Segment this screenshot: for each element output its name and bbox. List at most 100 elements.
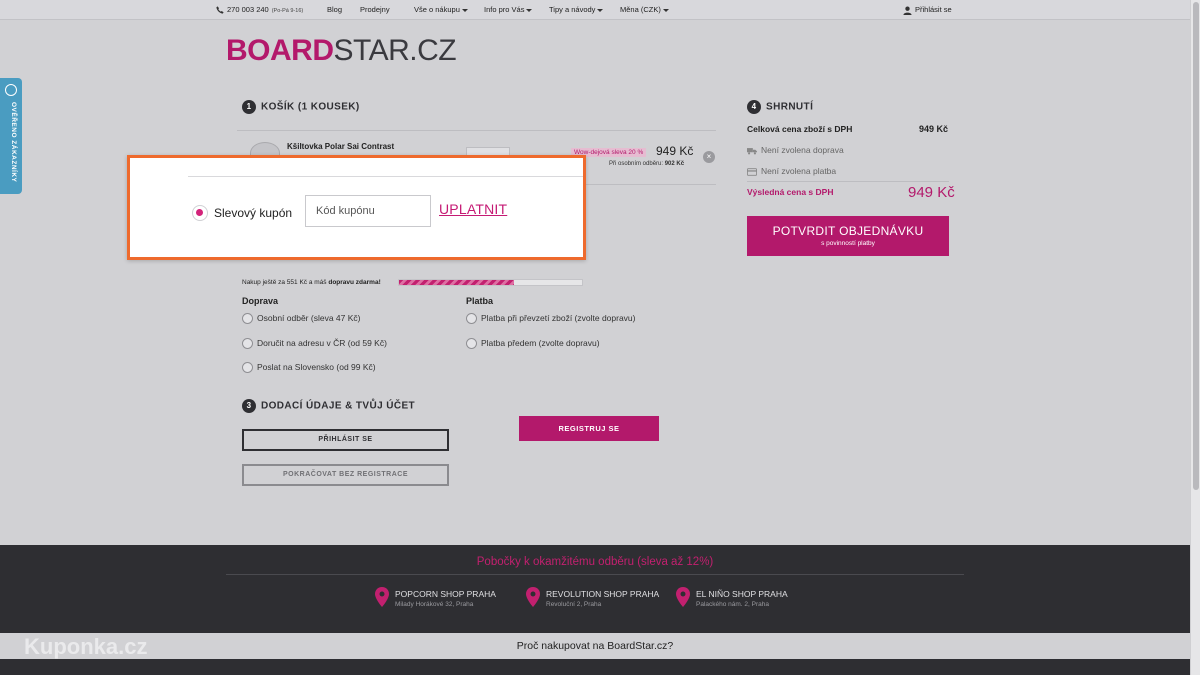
store-address: Milady Horákové 32, Praha bbox=[395, 601, 474, 608]
chevron-down-icon bbox=[526, 8, 533, 12]
store-address: Revoluční 2, Praha bbox=[546, 601, 602, 608]
store-name: POPCORN SHOP PRAHA bbox=[395, 589, 496, 599]
payment-option-prepay[interactable]: Platba předem (zvolte dopravu) bbox=[466, 338, 600, 350]
register-button[interactable]: REGISTRUJ SE bbox=[519, 416, 659, 441]
bottom-strip bbox=[0, 659, 1190, 675]
store-name: EL NIÑO SHOP PRAHA bbox=[696, 589, 788, 599]
shipping-heading: Doprava bbox=[242, 296, 279, 306]
phone-icon bbox=[216, 6, 224, 14]
goods-total-label: Celková cena zboží s DPH bbox=[747, 124, 853, 134]
shipping-option-label: Doručit na adresu v ČR (od 59 Kč) bbox=[257, 338, 387, 348]
product-name[interactable]: Kšiltovka Polar Sai Contrast bbox=[287, 142, 394, 151]
radio-button[interactable] bbox=[242, 362, 253, 374]
shipping-option-label: Osobní odběr (sleva 47 Kč) bbox=[257, 313, 361, 323]
stores-title: Pobočky k okamžitému odběru (sleva až 12… bbox=[476, 556, 714, 568]
payment-heading: Platba bbox=[466, 296, 494, 306]
shipping-status-text: Není zvolena doprava bbox=[761, 145, 844, 155]
logo-part-star: STAR.CZ bbox=[333, 34, 457, 67]
shipping-status: Není zvolena doprava bbox=[747, 145, 844, 155]
chevron-down-icon bbox=[597, 8, 604, 12]
remove-item-button[interactable]: × bbox=[703, 151, 715, 163]
coupon-radio[interactable] bbox=[192, 205, 208, 221]
divider bbox=[747, 181, 949, 182]
step-number: 1 bbox=[242, 100, 256, 114]
chevron-down-icon bbox=[461, 8, 468, 12]
goods-total-value: 949 Kč bbox=[919, 124, 949, 134]
payment-option-on-delivery[interactable]: Platba při převzetí zboží (zvolte doprav… bbox=[466, 313, 636, 325]
radio-button[interactable] bbox=[242, 338, 253, 350]
shipping-option-cz-address[interactable]: Doručit na adresu v ČR (od 59 Kč) bbox=[242, 338, 387, 350]
coupon-code-input[interactable] bbox=[305, 195, 431, 227]
map-pin-icon bbox=[676, 587, 690, 607]
nav-tips[interactable]: Tipy a návody bbox=[549, 5, 604, 14]
logo-part-board: BOARD bbox=[226, 34, 334, 67]
login-link[interactable]: Přihlásit se bbox=[903, 5, 952, 15]
truck-icon bbox=[747, 147, 757, 155]
scrollbar[interactable] bbox=[1190, 0, 1200, 675]
final-price-value: 949 Kč bbox=[908, 184, 955, 201]
shipping-option-pickup[interactable]: Osobní odběr (sleva 47 Kč) bbox=[242, 313, 361, 325]
step-number: 4 bbox=[747, 100, 761, 114]
chevron-down-icon bbox=[662, 8, 669, 12]
verified-by-customers-tab[interactable]: OVĚŘENO ZÁKAZNÍKY bbox=[0, 78, 22, 194]
account-title: DODACÍ ÚDAJE & TVŮJ ÚČET bbox=[261, 400, 416, 412]
radio-button[interactable] bbox=[466, 338, 477, 350]
store-name: REVOLUTION SHOP PRAHA bbox=[546, 589, 660, 599]
payment-status-text: Není zvolena platba bbox=[761, 166, 837, 176]
radio-button[interactable] bbox=[242, 313, 253, 325]
radio-button[interactable] bbox=[466, 313, 477, 325]
top-bar: 270 003 240 (Po-Pá 9-16) Blog Prodejny Vš… bbox=[0, 0, 1190, 20]
free-shipping-text: Nakup ještě za 551 Kč a máš bbox=[242, 279, 329, 286]
divider bbox=[237, 130, 716, 131]
summary-heading: 4 SHRNUTÍ bbox=[747, 100, 813, 114]
payment-status: Není zvolena platba bbox=[747, 166, 836, 176]
map-pin-icon bbox=[375, 587, 389, 607]
phone-contact[interactable]: 270 003 240 (Po-Pá 9-16) bbox=[216, 5, 303, 14]
payment-option-label: Platba předem (zvolte dopravu) bbox=[481, 338, 600, 348]
summary-title: SHRNUTÍ bbox=[766, 101, 814, 113]
login-label: Přihlásit se bbox=[915, 5, 952, 14]
cart-title: KOŠÍK (1 KOUSEK) bbox=[261, 101, 360, 113]
nav-currency-label: Měna (CZK) bbox=[620, 5, 661, 14]
free-shipping-note: Nakup ještě za 551 Kč a máš dopravu zdar… bbox=[242, 279, 381, 286]
why-shop-heading[interactable]: Proč nakupovat na BoardStar.cz? bbox=[0, 633, 1190, 659]
seal-icon bbox=[5, 84, 17, 96]
coupon-popup: Slevový kupón UPLATNIT bbox=[127, 155, 586, 260]
nav-stores[interactable]: Prodejny bbox=[360, 5, 390, 14]
watermark: Kuponka.cz bbox=[24, 634, 148, 659]
nav-blog[interactable]: Blog bbox=[327, 5, 342, 14]
cart-heading: 1 KOŠÍK (1 KOUSEK) bbox=[242, 100, 360, 114]
apply-coupon-link[interactable]: UPLATNIT bbox=[439, 201, 507, 217]
free-shipping-bold: dopravu zdarma! bbox=[328, 279, 381, 286]
coupon-label: Slevový kupón bbox=[214, 206, 293, 220]
nav-currency[interactable]: Měna (CZK) bbox=[620, 5, 669, 14]
confirm-order-label: POTVRDIT OBJEDNÁVKU bbox=[772, 224, 924, 238]
final-price-label: Výsledná cena s DPH bbox=[747, 187, 834, 197]
progress-fill bbox=[399, 280, 515, 285]
pickup-price: Při osobním odběru: 902 Kč bbox=[609, 161, 684, 167]
site-logo[interactable]: BOARDSTAR.CZ bbox=[226, 34, 457, 68]
stores-footer: Pobočky k okamžitému odběru (sleva až 12… bbox=[0, 545, 1190, 633]
shipping-option-label: Poslat na Slovensko (od 99 Kč) bbox=[257, 362, 376, 372]
product-price: 949 Kč bbox=[656, 144, 694, 158]
account-heading: 3 DODACÍ ÚDAJE & TVŮJ ÚČET bbox=[242, 399, 415, 413]
divider bbox=[226, 574, 964, 575]
confirm-order-button[interactable]: POTVRDIT OBJEDNÁVKU s povinností platby bbox=[747, 216, 949, 256]
nav-shopping-info[interactable]: Vše o nákupu bbox=[414, 5, 468, 14]
shipping-option-slovakia[interactable]: Poslat na Slovensko (od 99 Kč) bbox=[242, 362, 376, 374]
nav-shopping-info-label: Vše o nákupu bbox=[414, 5, 460, 14]
radio-selected-dot bbox=[196, 209, 203, 216]
continue-without-registration-button[interactable]: POKRAČOVAT BEZ REGISTRACE bbox=[242, 464, 449, 486]
scrollbar-thumb[interactable] bbox=[1193, 2, 1199, 490]
confirm-order-sublabel: s povinností platby bbox=[821, 240, 875, 247]
verified-tab-label: OVĚŘENO ZÁKAZNÍKY bbox=[10, 102, 17, 183]
divider bbox=[188, 176, 583, 177]
nav-info-for-you[interactable]: Info pro Vás bbox=[484, 5, 533, 14]
phone-hours: (Po-Pá 9-16) bbox=[271, 8, 304, 14]
pickup-price-value: 902 Kč bbox=[664, 161, 685, 167]
user-icon bbox=[903, 6, 912, 15]
close-icon: × bbox=[706, 152, 712, 161]
login-button[interactable]: PŘIHLÁSIT SE bbox=[242, 429, 449, 451]
nav-tips-label: Tipy a návody bbox=[549, 5, 596, 14]
payment-option-label: Platba při převzetí zboží (zvolte doprav… bbox=[481, 313, 636, 323]
